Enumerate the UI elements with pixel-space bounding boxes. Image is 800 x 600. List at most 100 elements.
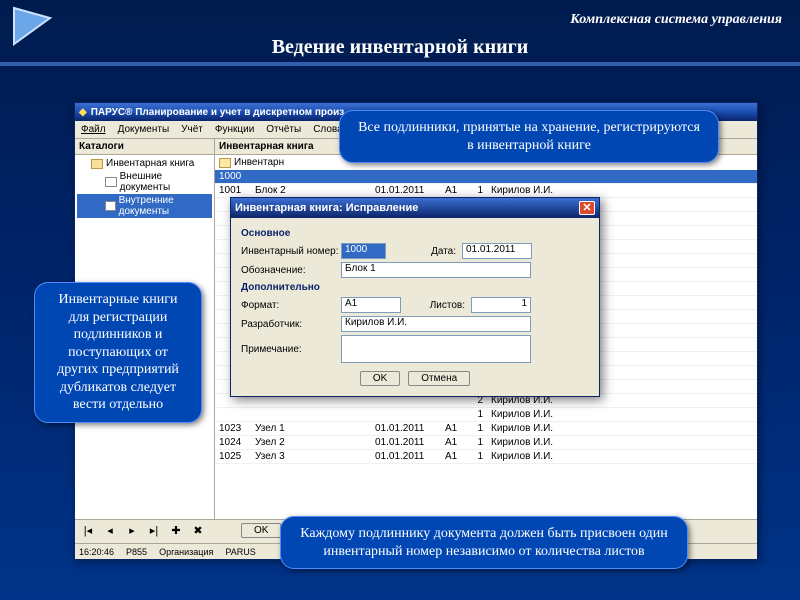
close-icon[interactable]: ✕ (579, 201, 595, 215)
folder-icon (219, 158, 231, 168)
callout-bottom: Каждому подлиннику документа должен быть… (280, 516, 688, 569)
cell-resp: Кирилов И.И. (487, 436, 757, 450)
tree-item[interactable]: Внешние документы (77, 170, 212, 194)
cell-num: 1023 (215, 422, 251, 436)
cell-date: 01.01.2011 (371, 422, 441, 436)
input-date[interactable]: 01.01.2011 (462, 243, 532, 259)
label-oboz: Обозначение: (241, 265, 341, 276)
cell-resp: Кирилов И.И. (487, 422, 757, 436)
cell-cnt: 1 (471, 422, 487, 436)
page-title: Ведение инвентарной книги (0, 36, 800, 59)
label-developer: Разработчик: (241, 319, 341, 330)
cell-oboz (251, 408, 371, 422)
status-user: P855 (126, 547, 147, 557)
cell-date: 01.01.2011 (371, 436, 441, 450)
cell-fmt: A1 (441, 450, 471, 464)
cell-date (371, 408, 441, 422)
cell-cnt (471, 170, 487, 184)
section-main: Основное (241, 228, 589, 239)
app-title: ПАРУС® Планирование и учет в дискретном … (91, 107, 345, 118)
nav-del-icon[interactable]: ✖ (191, 524, 205, 537)
cell-oboz: Блок 2 (251, 184, 371, 198)
input-oboz[interactable]: Блок 1 (341, 262, 531, 278)
cell-fmt (441, 408, 471, 422)
table-row[interactable]: 1023Узел 101.01.2011A11Кирилов И.И. (215, 422, 757, 436)
input-sheets[interactable]: 1 (471, 297, 531, 313)
tree-item-label: Инвентарная книга (106, 158, 194, 169)
cell-num: 1025 (215, 450, 251, 464)
table-row[interactable]: 1024Узел 201.01.2011A11Кирилов И.И. (215, 436, 757, 450)
dialog-cancel-button[interactable]: Отмена (408, 371, 470, 386)
cell-cnt: 1 (471, 184, 487, 198)
cell-cnt: 1 (471, 436, 487, 450)
cell-resp: Кирилов И.И. (487, 184, 757, 198)
nav-prev-icon[interactable]: ◂ (103, 524, 117, 537)
input-format[interactable]: A1 (341, 297, 401, 313)
system-title: Комплексная система управления (570, 12, 782, 28)
edit-dialog: Инвентарная книга: Исправление ✕ Основно… (230, 197, 600, 397)
ok-button[interactable]: OK (241, 523, 281, 538)
dialog-ok-button[interactable]: OK (360, 371, 400, 386)
label-inv-number: Инвентарный номер: (241, 246, 341, 257)
label-sheets: Листов: (415, 300, 465, 311)
catalog-tree: Инвентарная книга Внешние документыВнутре… (75, 155, 214, 220)
menu-functions[interactable]: Функции (209, 124, 260, 135)
label-format: Формат: (241, 300, 341, 311)
cell-date (371, 170, 441, 184)
dialog-title: Инвентарная книга: Исправление (235, 202, 418, 214)
cell-fmt: A1 (441, 422, 471, 436)
cell-resp (487, 170, 757, 184)
menu-documents[interactable]: Документы (112, 124, 176, 135)
input-note[interactable] (341, 335, 531, 363)
menu-reports[interactable]: Отчёты (260, 124, 307, 135)
menu-file[interactable]: Файл (75, 124, 112, 135)
cell-num: 1001 (215, 184, 251, 198)
status-org: Организация (159, 547, 213, 557)
tree-item-label: Внутренние документы (119, 195, 212, 217)
tree-item[interactable]: Внутренние документы (77, 194, 212, 218)
cell-num (215, 408, 251, 422)
table-row[interactable]: 1Кирилов И.И. (215, 408, 757, 422)
table-row[interactable]: 1000 (215, 170, 757, 184)
nav-first-icon[interactable]: |◂ (81, 524, 95, 537)
document-icon (105, 201, 116, 211)
nav-next-icon[interactable]: ▸ (125, 524, 139, 537)
cell-date: 01.01.2011 (371, 450, 441, 464)
cell-oboz: Узел 2 (251, 436, 371, 450)
input-inv-number[interactable]: 1000 (341, 243, 386, 259)
cell-fmt (441, 170, 471, 184)
document-icon (105, 177, 117, 187)
input-developer[interactable]: Кирилов И.И. (341, 316, 531, 332)
dialog-titlebar[interactable]: Инвентарная книга: Исправление ✕ (231, 198, 599, 218)
status-time: 16:20:46 (79, 547, 114, 557)
cell-fmt: A1 (441, 184, 471, 198)
label-date: Дата: (412, 246, 456, 257)
folder-icon (91, 159, 103, 169)
cell-date: 01.01.2011 (371, 184, 441, 198)
cell-resp: Кирилов И.И. (487, 450, 757, 464)
nav-last-icon[interactable]: ▸| (147, 524, 161, 537)
cell-oboz (251, 170, 371, 184)
table-row[interactable]: 1025Узел 301.01.2011A11Кирилов И.И. (215, 450, 757, 464)
cell-oboz: Узел 1 (251, 422, 371, 436)
cell-cnt: 1 (471, 450, 487, 464)
section-extra: Дополнительно (241, 282, 589, 293)
status-db: PARUS (225, 547, 255, 557)
tree-item[interactable]: Инвентарная книга (77, 157, 212, 170)
table-row[interactable]: 1001Блок 201.01.2011A11Кирилов И.И. (215, 184, 757, 198)
cell-resp: Кирилов И.И. (487, 408, 757, 422)
menu-accounting[interactable]: Учёт (175, 124, 209, 135)
app-icon: ◆ (79, 107, 87, 118)
cell-fmt: A1 (441, 436, 471, 450)
title-divider (0, 62, 800, 66)
cell-num: 1024 (215, 436, 251, 450)
nav-add-icon[interactable]: ✚ (169, 524, 183, 537)
cell-oboz: Узел 3 (251, 450, 371, 464)
sidebar-title: Каталоги (75, 139, 214, 155)
cell-cnt: 1 (471, 408, 487, 422)
callout-left: Инвентарные книги для регистрации подлин… (34, 282, 202, 423)
label-note: Примечание: (241, 344, 341, 355)
slide-header: Комплексная система управления Ведение и… (0, 0, 800, 56)
tree-item-label: Внешние документы (120, 171, 212, 193)
callout-top: Все подлинники, принятые на хранение, ре… (339, 110, 719, 163)
